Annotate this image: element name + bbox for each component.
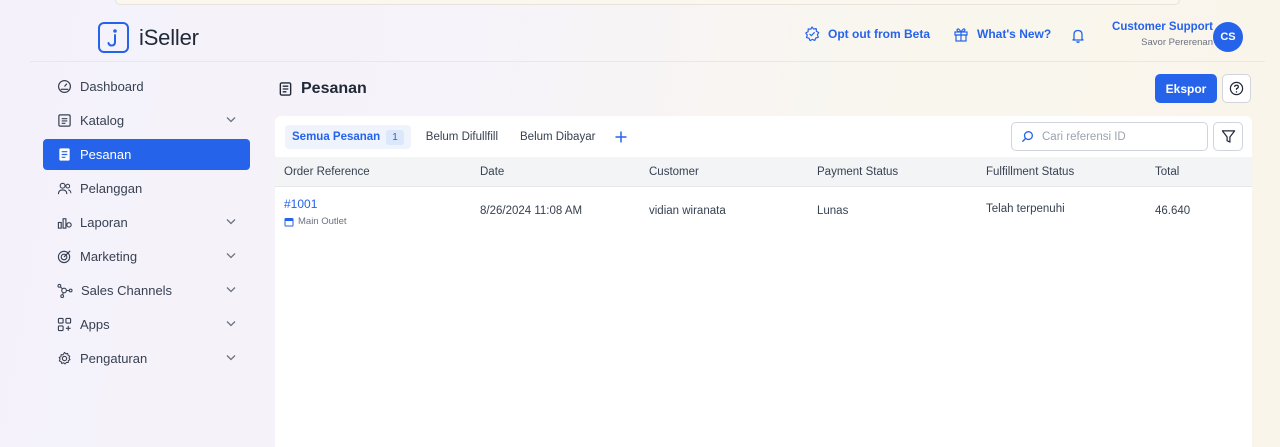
reports-icon [57,218,72,229]
export-button[interactable]: Ekspor [1155,74,1217,103]
sidebar-item-sales-channels[interactable]: Sales Channels [43,275,250,306]
notification-bell-icon[interactable] [1070,27,1086,49]
column-header[interactable]: Fulfillment Status [986,166,1074,178]
page-title-text: Pesanan [301,80,367,97]
gift-icon [954,28,968,42]
orders-card: Semua Pesanan 1 Belum Difullfill Belum D… [275,116,1252,447]
chevron-down-icon [226,219,236,225]
sidebar-item-marketing[interactable]: Marketing [43,241,250,272]
logo-text: iSeller [139,24,199,50]
column-header[interactable]: Payment Status [817,166,898,178]
chevron-down-icon [226,287,236,293]
customer-cell: vidian wiranata [649,205,726,217]
search-input[interactable] [1042,130,1192,143]
search-icon [1021,131,1033,143]
sidebar-item-apps[interactable]: Apps [43,309,250,340]
marketing-icon [57,250,71,264]
filter-icon [1221,130,1235,143]
column-header[interactable]: Total [1155,166,1179,178]
browser-top-strip [115,0,1180,5]
logo[interactable]: iSeller [98,22,199,53]
filter-button[interactable] [1213,122,1243,151]
whats-new-link[interactable]: What's New? [953,26,1051,42]
user-info[interactable]: Customer Support Savor Pererenan [1112,21,1213,48]
tab-label: Belum Dibayar [520,131,596,143]
orders-icon [59,148,70,161]
catalog-icon [58,114,71,127]
sidebar-item-label: Apps [80,317,110,332]
date-cell: 8/26/2024 11:08 AM [480,205,583,217]
user-name: Customer Support [1112,21,1213,33]
sidebar-item-pengaturan[interactable]: Pengaturan [43,343,250,374]
tab-belum-dibayar[interactable]: Belum Dibayar [513,125,602,149]
help-icon [1229,81,1244,96]
dashboard-icon [57,79,72,94]
fulfillment-status-cell: Telah terpenuhi [986,203,1065,215]
avatar[interactable]: CS [1213,22,1243,52]
channels-icon [57,283,73,298]
opt-out-label: Opt out from Beta [828,27,930,41]
sidebar-item-label: Pelanggan [80,181,143,196]
tab-semua-pesanan[interactable]: Semua Pesanan 1 [285,125,411,149]
chevron-down-icon [226,117,236,123]
sidebar-item-pesanan[interactable]: Pesanan [43,139,250,170]
order-tabs: Semua Pesanan 1 Belum Difullfill Belum D… [285,125,628,149]
total-cell: 46.640 [1155,205,1191,217]
iseller-logo-icon [98,22,129,53]
sidebar-item-label: Marketing [80,249,138,264]
sidebar-item-dashboard[interactable]: Dashboard [43,71,250,102]
apps-icon [57,317,72,332]
payment-status-cell: Lunas [817,205,849,217]
outlet-label: Main Outlet [284,216,347,227]
sidebar: Dashboard Katalog Pesanan Pelanggan Lapo… [43,71,250,377]
customers-icon [57,182,72,195]
column-header[interactable]: Order Reference [284,166,370,178]
sidebar-item-label: Pesanan [80,147,132,162]
beta-badge-icon [805,26,820,42]
opt-out-beta-link[interactable]: Opt out from Beta [804,26,930,42]
add-tab-button[interactable] [614,130,628,144]
sidebar-item-label: Dashboard [80,79,144,94]
tab-label: Belum Difullfill [425,131,498,143]
order-reference-link[interactable]: #1001 [284,197,347,211]
table-header: Order Reference Date Customer Payment St… [275,157,1252,187]
user-store: Savor Pererenan [1141,37,1213,48]
tab-label: Semua Pesanan [292,131,381,143]
outlet-name: Main Outlet [298,216,347,227]
column-header[interactable]: Customer [649,166,699,178]
top-header: iSeller Opt out from Beta What's New? Cu… [30,10,1265,62]
search-box[interactable] [1011,122,1208,151]
tab-belum-difullfill[interactable]: Belum Difullfill [419,125,505,149]
table-row[interactable]: #1001 Main Outlet 8/26/2024 11:08 AM vid… [275,187,1252,237]
whats-new-label: What's New? [977,27,1052,41]
store-icon [284,217,294,226]
settings-icon [58,351,71,365]
page-title: Pesanan [278,80,367,98]
chevron-down-icon [226,253,236,259]
plus-icon [615,131,627,143]
column-header[interactable]: Date [480,166,504,178]
chevron-down-icon [226,355,236,361]
order-reference-cell: #1001 Main Outlet [284,197,347,227]
sidebar-item-label: Katalog [80,113,125,128]
help-button[interactable] [1222,74,1251,103]
sidebar-item-label: Pengaturan [80,351,148,366]
sidebar-item-laporan[interactable]: Laporan [43,207,250,238]
chevron-down-icon [226,321,236,327]
sidebar-item-katalog[interactable]: Katalog [43,105,250,136]
orders-icon [279,82,292,96]
sidebar-item-label: Laporan [80,215,128,230]
sidebar-item-pelanggan[interactable]: Pelanggan [43,173,250,204]
tab-count-badge: 1 [386,129,404,145]
sidebar-item-label: Sales Channels [81,283,173,298]
